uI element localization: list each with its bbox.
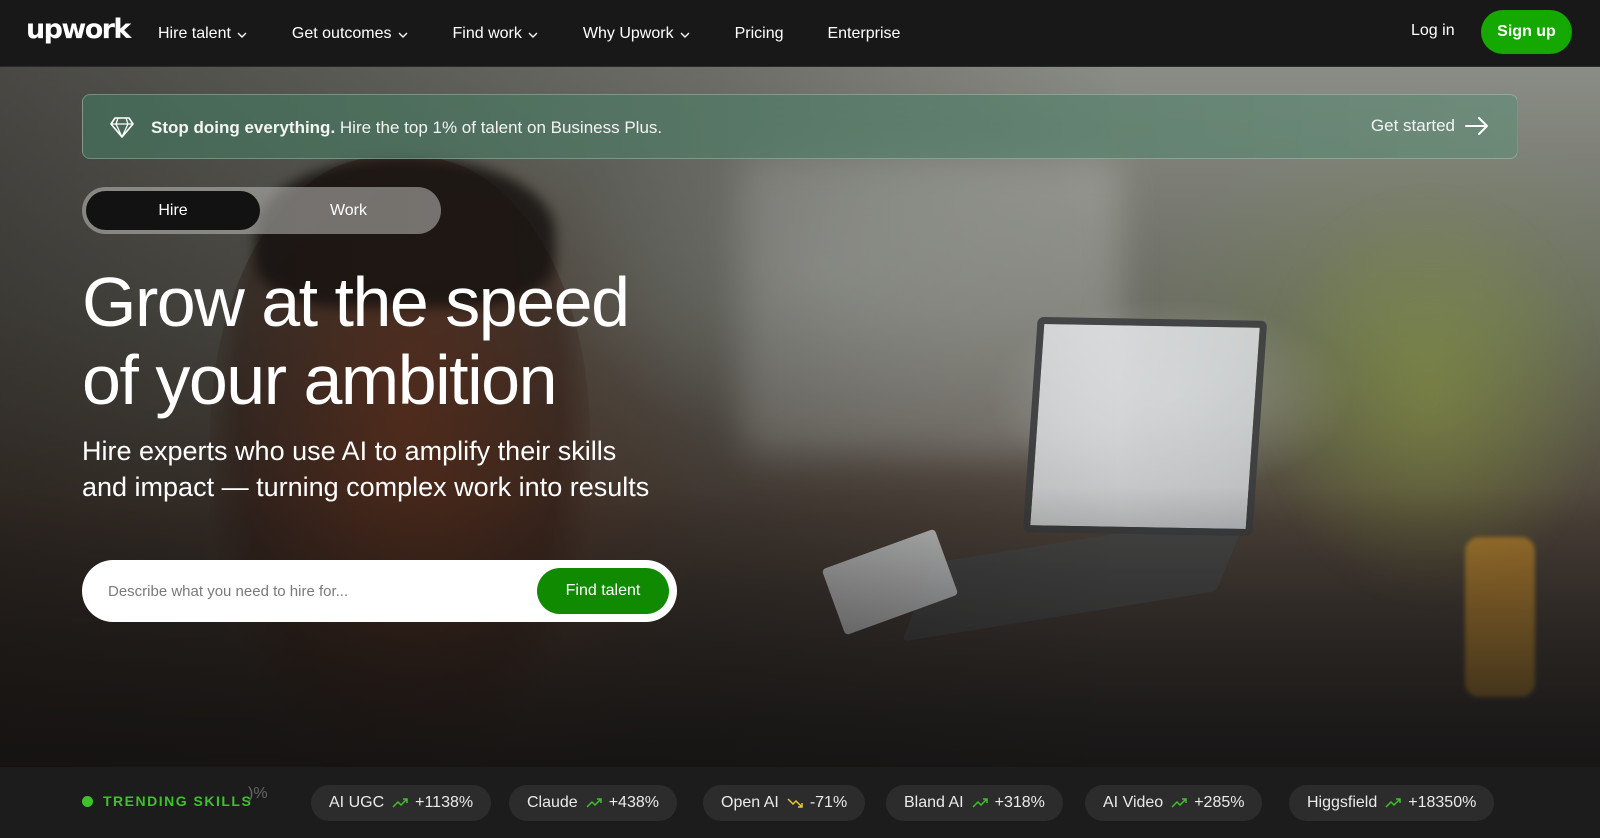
banner-message-rest: Hire the top 1% of talent on Business Pl…: [335, 118, 663, 137]
trend-up-icon: [972, 798, 988, 808]
trend-up-icon: [1385, 798, 1402, 808]
skill-name: Bland AI: [904, 794, 964, 811]
hero-headline: Grow at the speed of your ambition: [82, 263, 802, 419]
chevron-down-icon: [528, 32, 538, 38]
subhead-line-2: and impact — turning complex work into r…: [82, 472, 650, 502]
trend-up-icon: [392, 798, 408, 808]
skill-name: Claude: [527, 794, 578, 811]
nav-link-find-work[interactable]: Find work: [453, 25, 539, 43]
hire-search-bar: Find talent: [82, 560, 677, 622]
banner-message: Stop doing everything. Hire the top 1% o…: [151, 118, 662, 138]
nav-link-label: Find work: [452, 24, 522, 42]
nav-link-label: Pricing: [734, 24, 784, 42]
skill-change: +1138%: [415, 794, 474, 811]
skill-change: +438%: [608, 794, 659, 811]
get-started-label: Get started: [1370, 116, 1455, 135]
skill-name: Open AI: [721, 794, 779, 811]
headline-line-1: Grow at the speed: [82, 263, 630, 341]
skill-change: +285%: [1194, 794, 1245, 811]
nav-link-pricing[interactable]: Pricing: [735, 25, 784, 43]
headline-line-2: of your ambition: [82, 341, 558, 419]
toggle-work[interactable]: Work: [260, 191, 437, 230]
trend-up-icon: [586, 798, 602, 808]
hero-section: Stop doing everything. Hire the top 1% o…: [0, 67, 1600, 767]
chevron-down-icon: [398, 32, 408, 38]
top-nav: upwork Hire talent Get outcomes Find wor…: [0, 0, 1600, 67]
trending-skill-pill[interactable]: Higgsfield +18350%: [1289, 785, 1495, 821]
skill-change: +318%: [994, 794, 1045, 811]
hire-work-toggle: Hire Work: [82, 187, 441, 234]
skill-name: AI UGC: [329, 794, 385, 811]
skill-change: +18350%: [1408, 794, 1477, 811]
nav-link-get-outcomes[interactable]: Get outcomes: [292, 25, 409, 43]
toggle-hire[interactable]: Hire: [86, 191, 260, 230]
trending-skills-bar: TRENDING SKILLS )% AI UGC +1138% Claude …: [0, 767, 1600, 838]
trending-skill-pill[interactable]: AI UGC +1138%: [311, 785, 492, 821]
diamond-icon: [110, 117, 134, 138]
live-dot-icon: [82, 795, 93, 807]
nav-link-enterprise[interactable]: Enterprise: [827, 25, 900, 43]
nav-link-hire-talent[interactable]: Hire talent: [158, 25, 248, 43]
signup-button[interactable]: Sign up: [1481, 10, 1572, 54]
skill-name: AI Video: [1103, 794, 1164, 811]
find-talent-button[interactable]: Find talent: [537, 568, 669, 614]
chevron-down-icon: [680, 32, 690, 38]
upwork-logo[interactable]: upwork: [26, 14, 131, 45]
trending-skills-title: TRENDING SKILLS: [103, 793, 253, 809]
arrow-right-icon: [1465, 117, 1488, 135]
trending-skill-pill[interactable]: Bland AI +318%: [886, 785, 1063, 821]
get-started-link[interactable]: Get started: [1371, 116, 1489, 136]
nav-links: Hire talent Get outcomes Find work Why U…: [158, 0, 944, 67]
business-plus-banner[interactable]: Stop doing everything. Hire the top 1% o…: [82, 94, 1518, 159]
trending-skill-pill[interactable]: Open AI -71%: [703, 785, 866, 821]
nav-link-label: Hire talent: [158, 24, 231, 42]
trending-skill-pill[interactable]: AI Video +285%: [1085, 785, 1263, 821]
trend-up-icon: [1171, 798, 1187, 808]
login-link[interactable]: Log in: [1411, 22, 1455, 40]
hire-search-input[interactable]: [108, 572, 508, 610]
nav-link-label: Get outcomes: [291, 24, 392, 42]
hero-subheading: Hire experts who use AI to amplify their…: [82, 433, 702, 505]
skill-change: -71%: [809, 794, 848, 811]
banner-message-bold: Stop doing everything.: [151, 118, 336, 137]
trending-faded-item: )%: [248, 785, 268, 802]
nav-link-label: Why Upwork: [582, 24, 674, 42]
chevron-down-icon: [237, 32, 247, 38]
trend-down-icon: [787, 798, 803, 808]
trending-skill-pill[interactable]: Claude +438%: [509, 785, 677, 821]
nav-link-label: Enterprise: [827, 24, 901, 42]
nav-link-why-upwork[interactable]: Why Upwork: [583, 25, 691, 43]
skill-name: Higgsfield: [1307, 794, 1378, 811]
subhead-line-1: Hire experts who use AI to amplify their…: [82, 436, 617, 466]
trending-skills-label: TRENDING SKILLS: [82, 793, 252, 809]
